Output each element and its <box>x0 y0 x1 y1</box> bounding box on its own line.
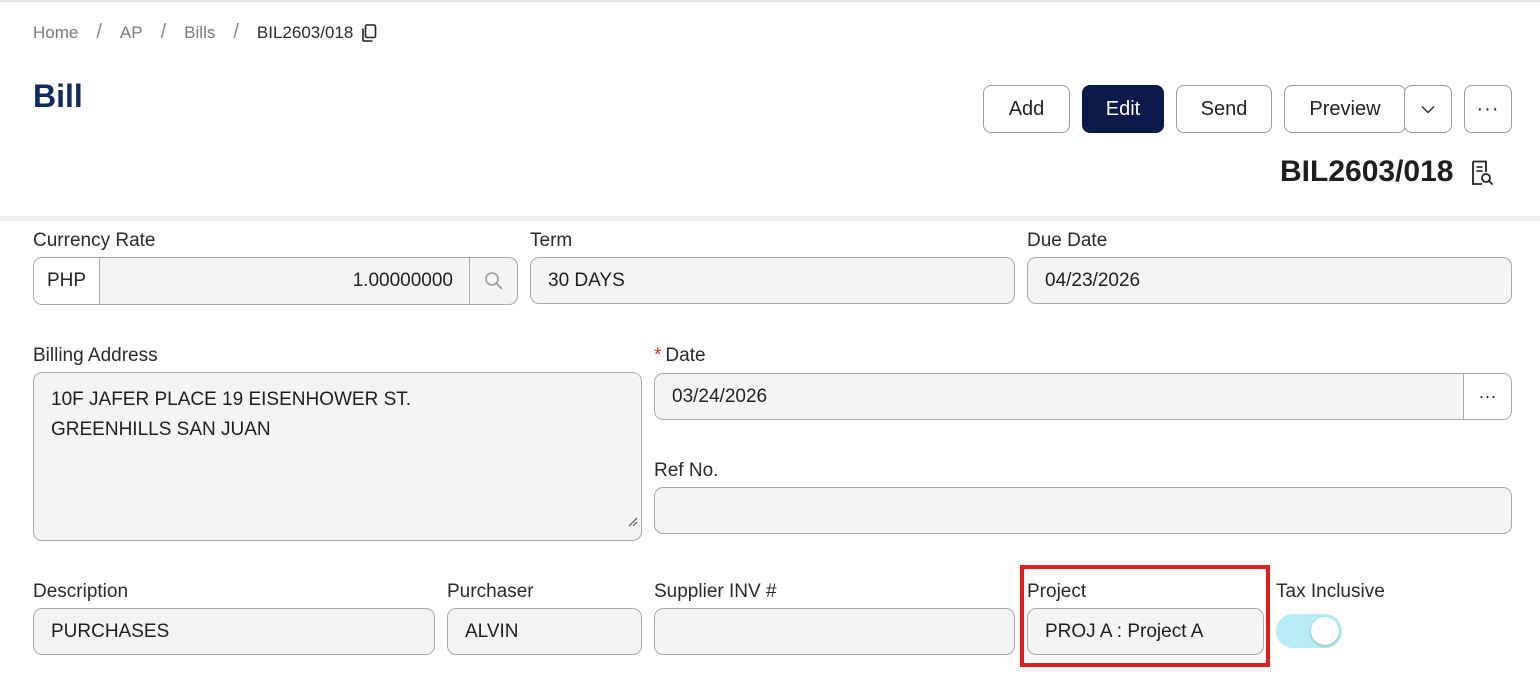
send-button[interactable]: Send <box>1176 85 1272 133</box>
description-field[interactable]: PURCHASES <box>33 608 435 655</box>
tax-inclusive-toggle[interactable] <box>1276 614 1342 648</box>
tax-inclusive-label: Tax Inclusive <box>1276 581 1385 602</box>
purchaser-label: Purchaser <box>447 581 534 602</box>
term-field[interactable]: 30 DAYS <box>530 257 1015 304</box>
currency-rate-input[interactable]: 1.00000000 <box>100 258 469 304</box>
breadcrumb: Home / AP / Bills / BIL2603/018 <box>33 21 377 44</box>
date-field: 03/24/2026 ··· <box>654 373 1512 420</box>
breadcrumb-separator: / <box>160 21 167 43</box>
supplier-inv-label: Supplier INV # <box>654 581 777 602</box>
breadcrumb-bills[interactable]: Bills <box>184 23 215 43</box>
more-options-button[interactable]: ··· <box>1464 85 1512 133</box>
due-date-label: Due Date <box>1027 230 1108 251</box>
copy-icon[interactable] <box>361 23 377 42</box>
date-label: * Date <box>654 345 706 367</box>
add-button[interactable]: Add <box>983 85 1070 133</box>
date-input[interactable]: 03/24/2026 <box>655 374 1463 419</box>
resize-handle-icon[interactable] <box>628 507 638 537</box>
document-search-icon[interactable] <box>1470 160 1494 191</box>
currency-rate-label: Currency Rate <box>33 230 156 251</box>
due-date-field[interactable]: 04/23/2026 <box>1027 257 1512 304</box>
required-marker: * <box>654 345 662 366</box>
purchaser-field[interactable]: ALVIN <box>447 608 642 655</box>
page-title: Bill <box>33 78 83 114</box>
billing-address-line1: 10F JAFER PLACE 19 EISENHOWER ST. <box>51 389 412 410</box>
billing-address-field[interactable]: 10F JAFER PLACE 19 EISENHOWER ST. GREENH… <box>33 372 642 541</box>
search-icon <box>484 272 503 290</box>
breadcrumb-ap[interactable]: AP <box>120 23 143 43</box>
billing-address-line2: GREENHILLS SAN JUAN <box>51 419 271 440</box>
breadcrumb-separator: / <box>96 21 102 43</box>
ref-no-field[interactable] <box>654 487 1512 534</box>
top-border <box>0 0 1540 2</box>
preview-dropdown-button[interactable] <box>1404 85 1452 133</box>
breadcrumb-home[interactable]: Home <box>33 23 78 43</box>
ref-no-label: Ref No. <box>654 460 719 481</box>
breadcrumb-separator: / <box>233 21 239 43</box>
supplier-inv-field[interactable] <box>654 608 1015 655</box>
toggle-knob <box>1311 617 1339 645</box>
description-label: Description <box>33 581 129 602</box>
currency-rate-field: PHP 1.00000000 <box>33 257 518 305</box>
term-label: Term <box>530 230 573 251</box>
edit-button[interactable]: Edit <box>1082 85 1164 133</box>
preview-button[interactable]: Preview <box>1284 85 1406 133</box>
currency-search-button[interactable] <box>469 258 517 304</box>
project-highlight-box <box>1020 565 1270 667</box>
date-more-button[interactable]: ··· <box>1463 374 1511 419</box>
section-divider <box>0 216 1540 221</box>
breadcrumb-current: BIL2603/018 <box>256 22 354 42</box>
date-label-text: Date <box>665 345 706 366</box>
currency-code[interactable]: PHP <box>34 258 100 304</box>
billing-address-label: Billing Address <box>33 345 158 366</box>
chevron-down-icon <box>1421 105 1435 114</box>
document-number: BIL2603/018 <box>1280 155 1454 188</box>
